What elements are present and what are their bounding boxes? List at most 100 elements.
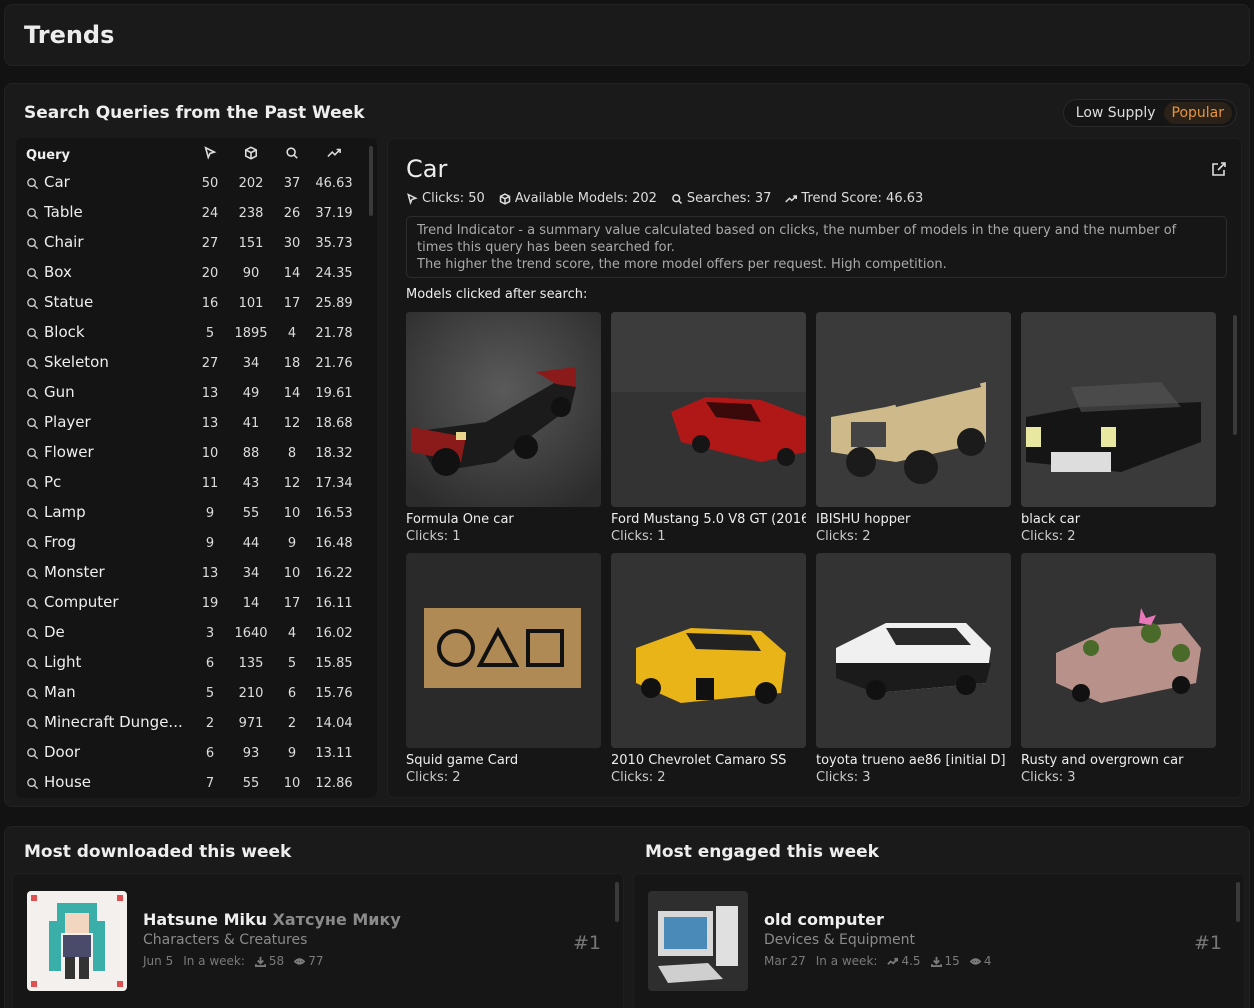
supply-toggle[interactable]: Low Supply Popular — [1062, 99, 1237, 127]
model-thumbnail[interactable] — [1021, 312, 1216, 507]
external-link-icon[interactable] — [1211, 161, 1227, 177]
query-row[interactable]: Lamp 9 55 10 16.53 — [16, 500, 366, 530]
query-models: 55 — [242, 506, 260, 521]
query-name[interactable]: Gun — [44, 383, 184, 401]
model-thumbnail[interactable] — [611, 312, 806, 507]
query-row[interactable]: Gun 13 49 14 19.61 — [16, 380, 366, 410]
model-card[interactable]: IBISHU hopper Clicks: 2 — [816, 312, 1011, 544]
model-card[interactable]: Formula One car Clicks: 1 — [406, 312, 601, 544]
item-title[interactable]: Hatsune Miku Хатсуне Мику — [143, 910, 401, 929]
query-row[interactable]: Chair 27 151 30 35.73 — [16, 230, 366, 260]
detail-scrollbar[interactable] — [1233, 315, 1237, 435]
model-name[interactable]: toyota trueno ae86 [initial D] — [816, 753, 1011, 768]
item-category[interactable]: Characters & Creatures — [143, 932, 307, 948]
query-models: 1895 — [234, 326, 268, 341]
item-title[interactable]: old computer — [764, 910, 884, 929]
searches-column-icon[interactable] — [272, 146, 312, 164]
stat-clicks: Clicks: 50 — [406, 191, 485, 206]
model-card[interactable]: Ford Mustang 5.0 V8 GT (2016) Clicks: 1 — [611, 312, 806, 544]
query-name[interactable]: Table — [44, 203, 184, 221]
query-row[interactable]: Frog 9 44 9 16.48 — [16, 530, 366, 560]
models-column-icon[interactable] — [231, 146, 271, 164]
query-row[interactable]: Door 6 93 9 13.11 — [16, 740, 366, 770]
model-name[interactable]: 2010 Chevrolet Camaro SS — [611, 753, 806, 768]
toggle-popular[interactable]: Popular — [1163, 102, 1232, 124]
query-name[interactable]: Computer — [44, 593, 184, 611]
model-thumbnail[interactable] — [1021, 553, 1216, 748]
query-searches: 8 — [287, 446, 297, 461]
query-row[interactable]: Block 5 1895 4 21.78 — [16, 320, 366, 350]
query-row[interactable]: Flower 10 88 8 18.32 — [16, 440, 366, 470]
query-name[interactable]: House — [44, 773, 184, 791]
model-name[interactable]: Rusty and overgrown car — [1021, 753, 1216, 768]
model-name[interactable]: black car — [1021, 512, 1216, 527]
most-downloaded-item[interactable]: Hatsune Miku Хатсуне Мику Characters & C… — [12, 873, 624, 1008]
query-row[interactable]: House 7 55 10 12.86 — [16, 770, 366, 798]
query-trend: 18.68 — [315, 416, 353, 431]
clicks-column-icon[interactable] — [190, 146, 230, 164]
query-name[interactable]: Statue — [44, 293, 184, 311]
downloaded-scrollbar[interactable] — [615, 882, 619, 922]
query-name[interactable]: Chair — [44, 233, 184, 251]
query-name[interactable]: Man — [44, 683, 184, 701]
model-name[interactable]: Formula One car — [406, 512, 601, 527]
query-name[interactable]: Block — [44, 323, 184, 341]
query-name[interactable]: De — [44, 623, 184, 641]
model-card[interactable]: Squid game Card Clicks: 2 — [406, 553, 601, 785]
item-trend-value: 4.5 — [901, 954, 921, 968]
query-row[interactable]: Man 5 210 6 15.76 — [16, 680, 366, 710]
query-row[interactable]: De 3 1640 4 16.02 — [16, 620, 366, 650]
engaged-scrollbar[interactable] — [1236, 882, 1240, 922]
query-row[interactable]: Light 6 135 5 15.85 — [16, 650, 366, 680]
query-name[interactable]: Player — [44, 413, 184, 431]
toggle-low-supply[interactable]: Low Supply — [1068, 102, 1164, 124]
item-date: Mar 27 — [764, 954, 806, 968]
query-name[interactable]: Frog — [44, 533, 184, 551]
query-row[interactable]: Player 13 41 12 18.68 — [16, 410, 366, 440]
query-row[interactable]: Statue 16 101 17 25.89 — [16, 290, 366, 320]
model-name[interactable]: Ford Mustang 5.0 V8 GT (2016) — [611, 512, 806, 527]
model-thumbnail[interactable] — [611, 553, 806, 748]
model-card[interactable]: 2010 Chevrolet Camaro SS Clicks: 2 — [611, 553, 806, 785]
model-thumbnail[interactable] — [648, 891, 748, 991]
model-card[interactable]: toyota trueno ae86 [initial D] Clicks: 3 — [816, 553, 1011, 785]
trend-column-icon[interactable] — [313, 146, 355, 164]
model-thumbnail[interactable] — [27, 891, 127, 991]
query-row[interactable]: Monster 13 34 10 16.22 — [16, 560, 366, 590]
query-row[interactable]: Minecraft Dunge... 2 971 2 14.04 — [16, 710, 366, 740]
query-name[interactable]: Pc — [44, 473, 184, 491]
query-searches: 10 — [283, 776, 301, 791]
query-row[interactable]: Computer 19 14 17 16.11 — [16, 590, 366, 620]
query-scrollbar[interactable] — [369, 146, 373, 216]
model-name[interactable]: IBISHU hopper — [816, 512, 1011, 527]
model-card[interactable]: Rusty and overgrown car Clicks: 3 — [1021, 553, 1216, 785]
query-name[interactable]: Skeleton — [44, 353, 184, 371]
model-thumbnail[interactable] — [816, 312, 1011, 507]
query-searches: 18 — [283, 356, 301, 371]
query-name[interactable]: Lamp — [44, 503, 184, 521]
item-date: Jun 5 — [143, 954, 174, 968]
model-name[interactable]: Squid game Card — [406, 753, 601, 768]
query-searches: 4 — [287, 326, 297, 341]
model-thumbnail[interactable] — [816, 553, 1011, 748]
query-row[interactable]: Car 50 202 37 46.63 — [16, 170, 366, 200]
item-category[interactable]: Devices & Equipment — [764, 932, 915, 948]
query-name[interactable]: Door — [44, 743, 184, 761]
query-name[interactable]: Light — [44, 653, 184, 671]
query-clicks: 6 — [205, 746, 215, 761]
model-thumbnail[interactable] — [406, 553, 601, 748]
most-engaged-item[interactable]: old computer Devices & Equipment Mar 27 … — [633, 873, 1245, 1008]
query-models: 101 — [238, 296, 264, 311]
query-name[interactable]: Minecraft Dunge... — [44, 713, 184, 731]
query-row[interactable]: Skeleton 27 34 18 21.76 — [16, 350, 366, 380]
query-name[interactable]: Flower — [44, 443, 184, 461]
query-row[interactable]: Pc 11 43 12 17.34 — [16, 470, 366, 500]
query-row[interactable]: Table 24 238 26 37.19 — [16, 200, 366, 230]
model-thumbnail[interactable] — [406, 312, 601, 507]
column-query[interactable]: Query — [26, 148, 70, 163]
query-name[interactable]: Car — [44, 173, 184, 191]
model-card[interactable]: black car Clicks: 2 — [1021, 312, 1216, 544]
query-name[interactable]: Monster — [44, 563, 184, 581]
query-row[interactable]: Box 20 90 14 24.35 — [16, 260, 366, 290]
query-name[interactable]: Box — [44, 263, 184, 281]
